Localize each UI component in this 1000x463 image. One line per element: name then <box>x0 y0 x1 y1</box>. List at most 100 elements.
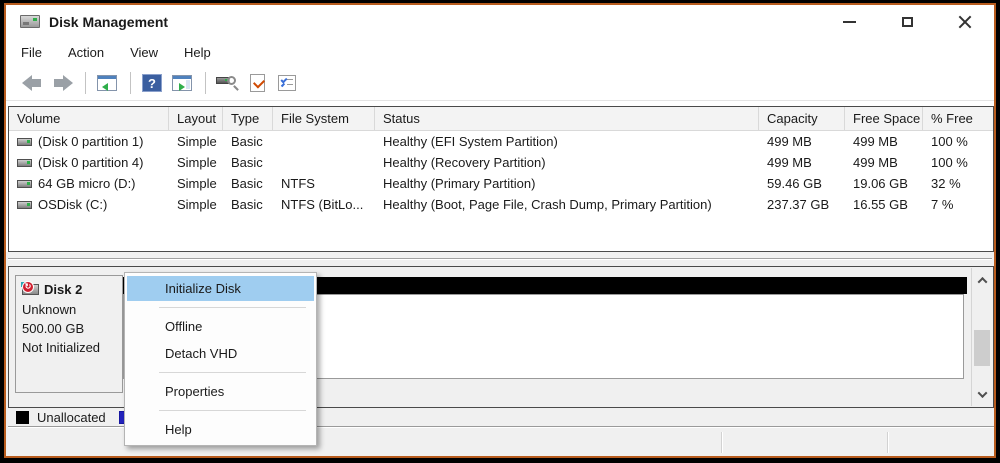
cell-pct-free: 7 % <box>931 197 954 212</box>
cell-type: Basic <box>231 197 263 212</box>
window-title: Disk Management <box>49 13 169 30</box>
cell-layout: Simple <box>177 176 217 191</box>
cell-file-system: NTFS <box>281 176 315 191</box>
title-bar: Disk Management <box>6 5 994 38</box>
cell-type: Basic <box>231 176 263 191</box>
rescan-disks-icon <box>216 75 239 92</box>
volume-icon <box>17 200 32 209</box>
volume-icon <box>17 158 32 167</box>
toolbar-separator <box>205 72 206 94</box>
cell-status: Healthy (Primary Partition) <box>383 176 536 191</box>
toolbar-separator <box>85 72 86 94</box>
forward-icon <box>52 75 73 91</box>
menu-separator <box>159 410 306 411</box>
legend-label-unallocated: Unallocated <box>37 409 106 425</box>
cell-capacity: 499 MB <box>767 134 812 149</box>
cell-pct-free: 100 % <box>931 155 968 170</box>
cell-type: Basic <box>231 134 263 149</box>
cell-file-system: NTFS (BitLo... <box>281 197 364 212</box>
cell-free-space: 499 MB <box>853 134 898 149</box>
column-header-pct-free[interactable]: % Free <box>923 107 993 130</box>
minimize-button[interactable] <box>820 5 878 38</box>
cell-status: Healthy (Recovery Partition) <box>383 155 546 170</box>
toolbar-separator <box>130 72 131 94</box>
vertical-scrollbar[interactable] <box>971 268 992 406</box>
cell-volume: (Disk 0 partition 1) <box>38 134 144 149</box>
column-header-layout[interactable]: Layout <box>169 107 223 130</box>
cell-capacity: 237.37 GB <box>767 197 830 212</box>
table-row[interactable]: (Disk 0 partition 4) Simple Basic Health… <box>9 152 993 173</box>
disk-drive-icon <box>20 15 40 28</box>
menu-item-properties[interactable]: Properties <box>127 379 314 404</box>
scrollbar-thumb[interactable] <box>974 330 990 366</box>
context-menu: Initialize Disk Offline Detach VHD Prope… <box>124 272 317 446</box>
cell-volume: 64 GB micro (D:) <box>38 176 136 191</box>
toolbar: ? <box>6 66 994 101</box>
pane-splitter[interactable] <box>6 252 994 266</box>
menu-item-help[interactable]: Help <box>127 417 314 442</box>
cell-volume: (Disk 0 partition 4) <box>38 155 144 170</box>
menu-bar: File Action View Help <box>6 38 994 66</box>
rescan-disks-button[interactable] <box>213 70 241 96</box>
check-document-icon <box>249 74 265 92</box>
menu-file[interactable]: File <box>21 45 42 60</box>
column-header-file-system[interactable]: File System <box>273 107 375 130</box>
column-header-volume[interactable]: Volume <box>9 107 169 130</box>
cell-layout: Simple <box>177 134 217 149</box>
checklist-button[interactable] <box>273 70 301 96</box>
cell-layout: Simple <box>177 197 217 212</box>
back-button[interactable] <box>18 70 46 96</box>
menu-view[interactable]: View <box>130 45 158 60</box>
disk-size: 500.00 GB <box>22 321 85 336</box>
column-header-status[interactable]: Status <box>375 107 759 130</box>
minimize-icon <box>842 20 856 23</box>
menu-separator <box>159 307 306 308</box>
unallocated-swatch <box>16 410 29 424</box>
close-icon <box>958 15 972 29</box>
scroll-down-button[interactable] <box>972 384 992 404</box>
cell-type: Basic <box>231 155 263 170</box>
window-controls <box>820 5 994 38</box>
disk-info-box[interactable]: Disk 2 Unknown 500.00 GB Not Initialized <box>15 275 123 393</box>
chevron-down-icon <box>977 387 987 398</box>
menu-item-detach-vhd[interactable]: Detach VHD <box>127 341 314 366</box>
volume-table-header: Volume Layout Type File System Status Ca… <box>9 107 993 131</box>
check-document-button[interactable] <box>243 70 271 96</box>
cell-status: Healthy (Boot, Page File, Crash Dump, Pr… <box>383 197 712 212</box>
menu-item-offline[interactable]: Offline <box>127 314 314 339</box>
table-row[interactable]: OSDisk (C:) Simple Basic NTFS (BitLo... … <box>9 194 993 215</box>
screenshot-frame: Disk Management File Action View Help ? … <box>0 0 1000 463</box>
column-header-free-space[interactable]: Free Space <box>845 107 923 130</box>
volume-icon <box>17 137 32 146</box>
cell-free-space: 19.06 GB <box>853 176 908 191</box>
checklist-icon <box>278 75 296 91</box>
disk-warning-icon <box>21 281 39 295</box>
table-row[interactable]: (Disk 0 partition 1) Simple Basic Health… <box>9 131 993 152</box>
column-header-type[interactable]: Type <box>223 107 273 130</box>
show-action-pane-button[interactable] <box>168 70 196 96</box>
scroll-up-button[interactable] <box>972 270 992 290</box>
help-icon: ? <box>142 74 162 92</box>
menu-item-initialize-disk[interactable]: Initialize Disk <box>127 276 314 301</box>
maximize-button[interactable] <box>878 5 936 38</box>
volume-icon <box>17 179 32 188</box>
cell-capacity: 59.46 GB <box>767 176 822 191</box>
forward-button[interactable] <box>48 70 76 96</box>
cell-file-system <box>273 131 375 152</box>
menu-action[interactable]: Action <box>68 45 104 60</box>
cell-status: Healthy (EFI System Partition) <box>383 134 558 149</box>
cell-layout: Simple <box>177 155 217 170</box>
table-row[interactable]: 64 GB micro (D:) Simple Basic NTFS Healt… <box>9 173 993 194</box>
close-button[interactable] <box>936 5 994 38</box>
cell-pct-free: 100 % <box>931 134 968 149</box>
cell-free-space: 16.55 GB <box>853 197 908 212</box>
status-bar-divider <box>721 432 722 453</box>
column-header-capacity[interactable]: Capacity <box>759 107 845 130</box>
disk-status: Not Initialized <box>22 340 101 355</box>
cell-capacity: 499 MB <box>767 155 812 170</box>
show-console-tree-button[interactable] <box>93 70 121 96</box>
menu-help[interactable]: Help <box>184 45 211 60</box>
help-button[interactable]: ? <box>138 70 166 96</box>
cell-file-system <box>273 152 375 173</box>
disk-type: Unknown <box>22 302 77 317</box>
